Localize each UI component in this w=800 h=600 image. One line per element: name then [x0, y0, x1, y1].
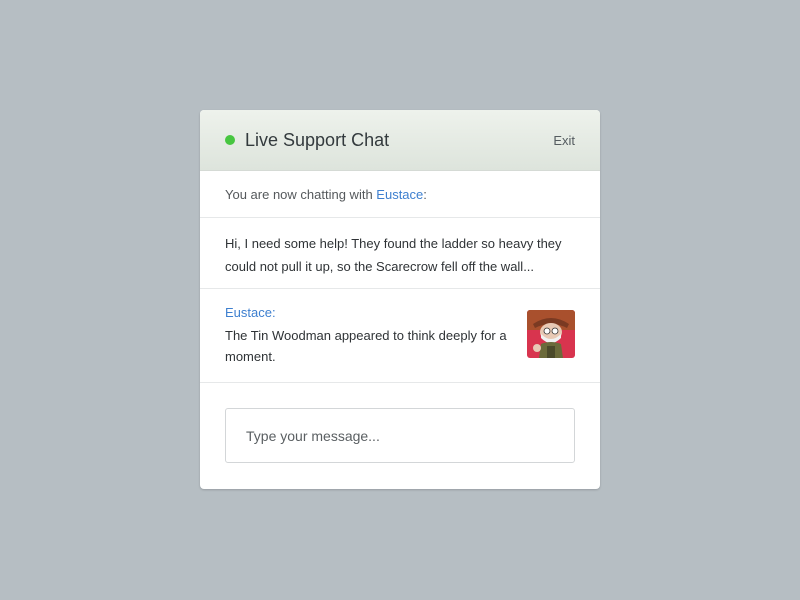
system-notice: You are now chatting with Eustace: [200, 171, 600, 218]
system-notice-suffix: : [423, 186, 427, 202]
chat-header: Live Support Chat Exit [200, 110, 600, 171]
page-background: Live Support Chat Exit You are now chatt… [0, 0, 800, 600]
agent-message-name: Eustace: [225, 305, 276, 320]
exit-button[interactable]: Exit [553, 133, 575, 148]
agent-name-link[interactable]: Eustace [376, 187, 423, 202]
agent-avatar-image [527, 310, 575, 358]
agent-avatar [527, 310, 575, 358]
user-message-text: Hi, I need some help! They found the lad… [225, 236, 562, 274]
online-status-icon [225, 135, 235, 145]
system-notice-prefix: You are now chatting with [225, 186, 373, 202]
agent-message-text: The Tin Woodman appeared to think deeply… [225, 328, 507, 364]
message-composer [200, 383, 600, 463]
agent-message-body: Eustace: The Tin Woodman appeared to thi… [225, 303, 515, 382]
agent-message: Eustace: The Tin Woodman appeared to thi… [200, 289, 600, 383]
message-input[interactable] [225, 408, 575, 463]
user-message: Hi, I need some help! They found the lad… [200, 218, 600, 289]
chat-window: Live Support Chat Exit You are now chatt… [200, 110, 600, 489]
chat-title: Live Support Chat [245, 129, 390, 150]
